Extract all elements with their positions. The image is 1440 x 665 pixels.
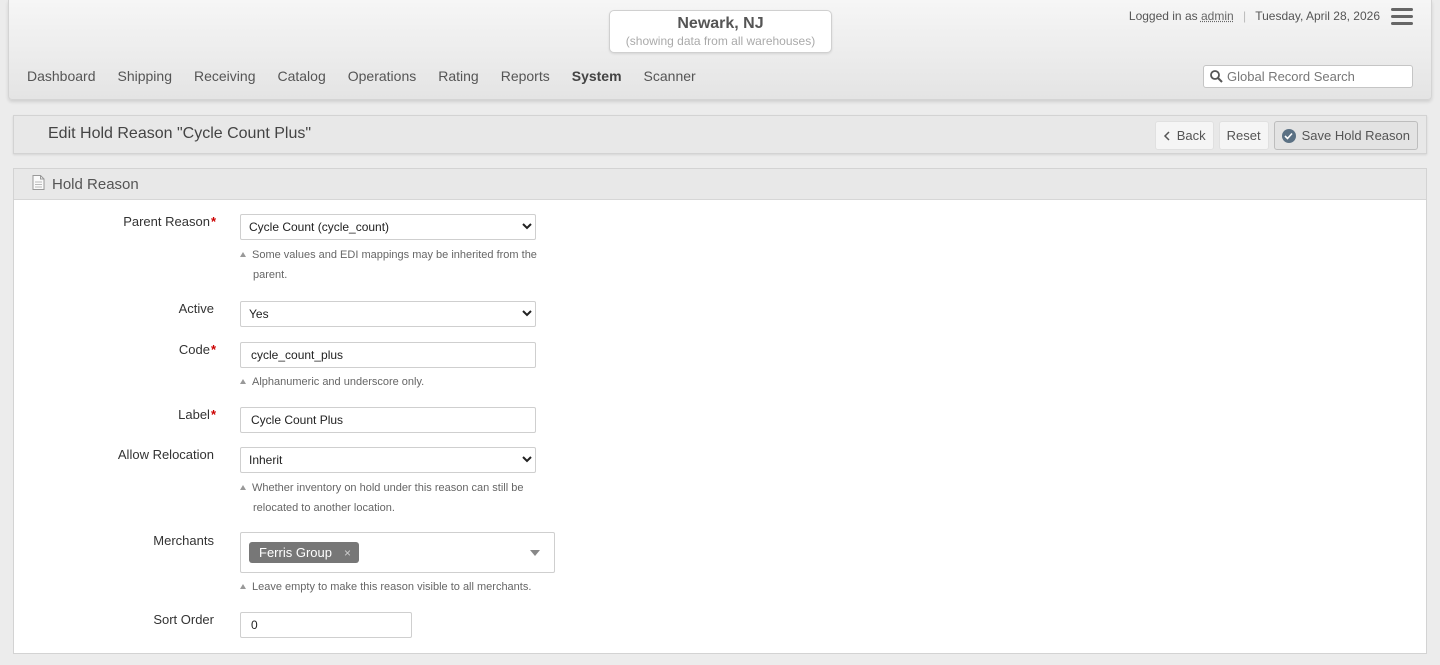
parent-reason-label: Parent Reason*: [123, 214, 216, 229]
save-button[interactable]: Save Hold Reason: [1273, 121, 1418, 150]
nav-catalog[interactable]: Catalog: [277, 68, 325, 84]
page-title: Edit Hold Reason "Cycle Count Plus": [48, 125, 312, 142]
search-input[interactable]: [1227, 69, 1407, 84]
nav-scanner[interactable]: Scanner: [644, 68, 696, 84]
remove-tag-icon[interactable]: ×: [344, 546, 351, 560]
global-search[interactable]: [1203, 65, 1413, 88]
reset-button[interactable]: Reset: [1218, 121, 1269, 150]
merchants-label: Merchants: [153, 533, 214, 548]
parent-reason-hint: Some values and EDI mappings may be inhe…: [240, 245, 570, 285]
check-circle-icon: [1281, 128, 1296, 143]
document-icon: [32, 175, 45, 190]
active-dropdown[interactable]: Yes: [240, 301, 536, 327]
action-buttons: Back Reset Save Hold Reason: [1150, 121, 1418, 150]
allow-relocation-select[interactable]: Inherit: [240, 447, 536, 473]
back-button[interactable]: Back: [1154, 121, 1214, 150]
allow-relocation-label: Allow Relocation: [117, 447, 214, 462]
merchant-tag: Ferris Group ×: [249, 542, 359, 563]
nav-dashboard[interactable]: Dashboard: [27, 68, 96, 84]
nav-system[interactable]: System: [572, 68, 622, 84]
code-hint: Alphanumeric and underscore only.: [240, 372, 570, 392]
sort-order-input[interactable]: [240, 612, 412, 638]
active-label: Active: [178, 301, 214, 316]
code-input[interactable]: [240, 342, 536, 368]
warehouse-subtitle: (showing data from all warehouses): [625, 34, 816, 48]
merchants-multiselect[interactable]: Ferris Group ×: [240, 532, 555, 573]
chevron-left-icon: [1163, 130, 1170, 141]
allow-relocation-dropdown[interactable]: Inherit: [240, 447, 536, 473]
caret-down-icon: [530, 550, 540, 556]
allow-relocation-hint: Whether inventory on hold under this rea…: [240, 478, 570, 518]
back-label: Back: [1176, 128, 1206, 143]
nav-rating[interactable]: Rating: [438, 68, 478, 84]
merchant-tag-label: Ferris Group: [259, 545, 332, 560]
current-date: Tuesday, April 28, 2026: [1255, 9, 1380, 23]
code-label: Code*: [178, 342, 216, 357]
nav-reports[interactable]: Reports: [501, 68, 550, 84]
menu-icon[interactable]: [1391, 8, 1413, 27]
logged-in-label: Logged in as: [1128, 9, 1198, 23]
reset-label: Reset: [1226, 128, 1261, 143]
nav-shipping[interactable]: Shipping: [118, 68, 173, 84]
section-title: Hold Reason: [52, 176, 139, 193]
warehouse-selector[interactable]: Newark, NJ (showing data from all wareho…: [609, 10, 832, 53]
separator: |: [1243, 9, 1247, 23]
hold-reason-panel: Hold Reason Parent Reason* Cycle Count (…: [13, 168, 1427, 654]
active-select[interactable]: Yes: [240, 301, 536, 327]
save-label: Save Hold Reason: [1301, 128, 1410, 143]
top-header: Newark, NJ (showing data from all wareho…: [8, 0, 1432, 100]
main-nav: Dashboard Shipping Receiving Catalog Ope…: [27, 68, 718, 84]
parent-reason-select[interactable]: Cycle Count (cycle_count): [240, 214, 536, 240]
search-icon: [1210, 70, 1223, 83]
panel-header: Hold Reason: [14, 169, 1426, 200]
nav-receiving[interactable]: Receiving: [194, 68, 255, 84]
label-input[interactable]: [240, 407, 536, 433]
user-link[interactable]: admin: [1201, 9, 1234, 23]
label-field-label: Label*: [178, 407, 216, 422]
sort-order-label: Sort Order: [153, 612, 214, 627]
page-titlebar: Edit Hold Reason "Cycle Count Plus" Back…: [13, 115, 1427, 154]
merchants-hint: Leave empty to make this reason visible …: [240, 577, 570, 597]
user-info: Logged in as admin | Tuesday, April 28, …: [1129, 9, 1380, 23]
warehouse-name: Newark, NJ: [677, 15, 764, 32]
nav-operations[interactable]: Operations: [348, 68, 416, 84]
parent-reason-dropdown[interactable]: Cycle Count (cycle_count): [240, 214, 536, 240]
